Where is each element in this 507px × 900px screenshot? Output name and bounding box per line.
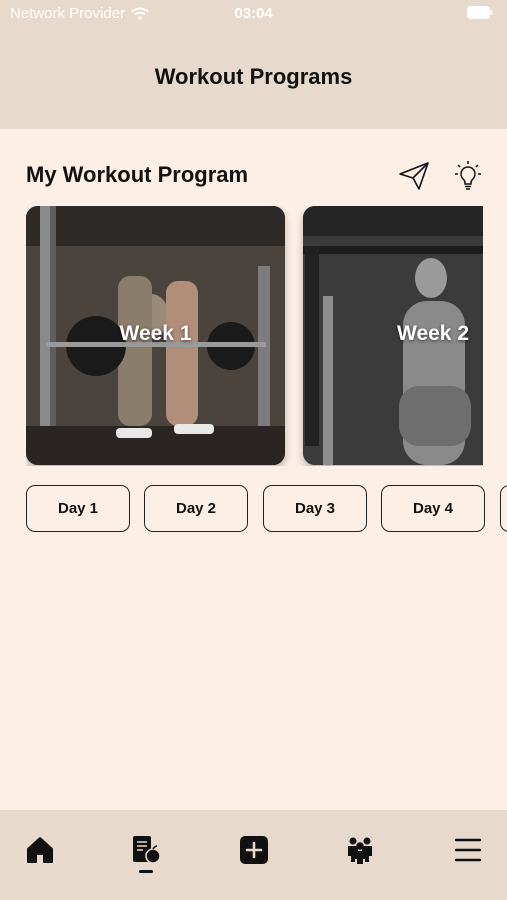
week-1-label: Week 1 — [119, 322, 192, 345]
community-icon — [348, 837, 372, 864]
tab-nutrition[interactable] — [128, 832, 164, 868]
active-tab-indicator — [139, 870, 153, 873]
day-4-button[interactable]: Day 4 — [381, 485, 485, 532]
tab-add[interactable] — [236, 832, 272, 868]
status-bar: Network Provider 03:04 — [0, 0, 507, 28]
tab-community[interactable] — [342, 832, 378, 868]
week-card-2[interactable]: Week 2 — [303, 206, 483, 465]
home-icon — [27, 837, 53, 863]
week-carousel[interactable]: Week 1 Week 2 — [26, 206, 483, 466]
battery-icon — [467, 6, 493, 23]
day-3-button[interactable]: Day 3 — [263, 485, 367, 532]
day-1-button[interactable]: Day 1 — [26, 485, 130, 532]
section-title: My Workout Program — [26, 162, 249, 187]
day-2-button[interactable]: Day 2 — [144, 485, 248, 532]
day-5-button[interactable] — [500, 485, 507, 532]
add-icon — [240, 836, 268, 864]
tab-home[interactable] — [22, 832, 58, 868]
paper-plane-icon — [399, 162, 429, 190]
nutrition-icon — [133, 836, 161, 864]
menu-icon — [454, 838, 482, 862]
tips-button[interactable] — [454, 160, 482, 192]
status-time: 03:04 — [234, 5, 273, 22]
section-header: My Workout Program — [26, 160, 486, 192]
share-button[interactable] — [398, 160, 430, 192]
lightbulb-icon — [455, 161, 481, 190]
header: Network Provider 03:04 Workout Programs — [0, 0, 507, 129]
tab-menu[interactable] — [450, 832, 486, 868]
week-2-label: Week 2 — [397, 322, 469, 345]
week-card-1[interactable]: Week 1 — [26, 206, 285, 465]
day-selector: Day 1 Day 2 Day 3 Day 4 — [26, 485, 507, 533]
page-title: Workout Programs — [154, 64, 353, 89]
tab-bar — [0, 810, 507, 900]
